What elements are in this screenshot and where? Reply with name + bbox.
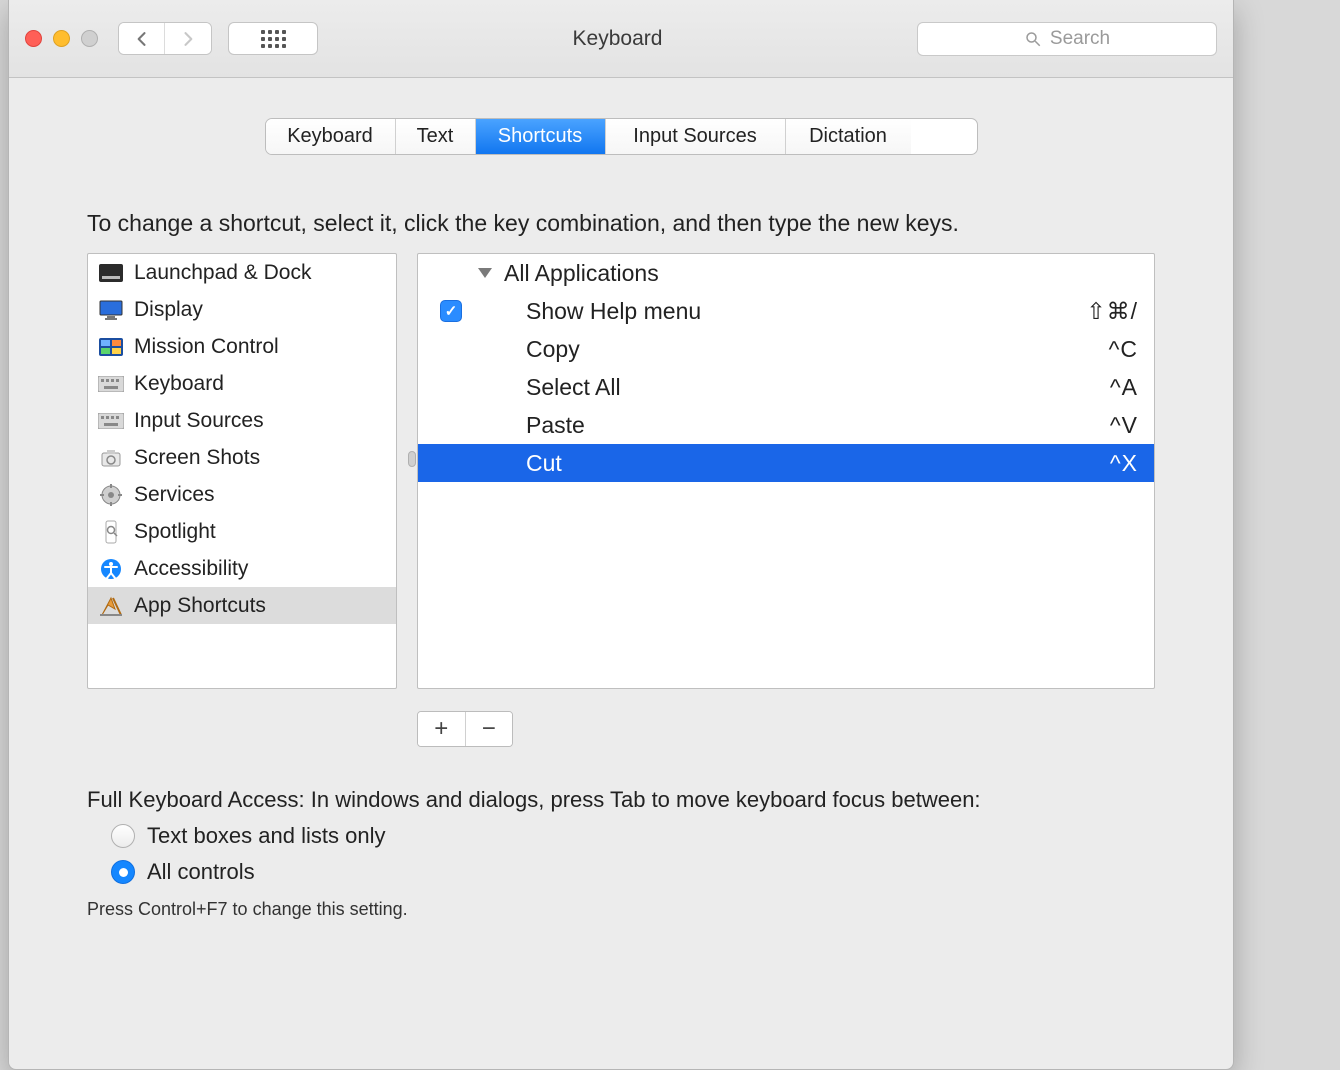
content-area: Keyboard Text Shortcuts Input Sources Di…: [9, 78, 1233, 940]
detail-wrap: All Applications ✓ Show Help menu ⇧⌘/ Co…: [417, 253, 1155, 689]
remove-button[interactable]: −: [466, 712, 513, 746]
category-keyboard[interactable]: Keyboard: [88, 365, 396, 402]
mission-control-icon: [98, 336, 124, 358]
key-combo[interactable]: ⇧⌘/: [1028, 298, 1138, 325]
group-all-applications[interactable]: All Applications: [418, 254, 1154, 292]
footer-heading: Full Keyboard Access: In windows and dia…: [87, 787, 1155, 813]
tab-input-sources[interactable]: Input Sources: [606, 119, 786, 154]
category-input-sources[interactable]: Input Sources: [88, 402, 396, 439]
services-icon: [98, 484, 124, 506]
back-button[interactable]: [119, 23, 165, 54]
pref-tabs: Keyboard Text Shortcuts Input Sources Di…: [265, 118, 978, 155]
category-display[interactable]: Display: [88, 291, 396, 328]
window-title: Keyboard: [328, 27, 907, 51]
instructions-text: To change a shortcut, select it, click t…: [87, 210, 1203, 237]
category-services[interactable]: Services: [88, 476, 396, 513]
category-spotlight[interactable]: Spotlight: [88, 513, 396, 550]
radio-checked-icon[interactable]: [111, 860, 135, 884]
shortcut-show-help-menu[interactable]: ✓ Show Help menu ⇧⌘/: [418, 292, 1154, 330]
toolbar: Keyboard Search: [9, 0, 1233, 78]
shortcut-cut[interactable]: Cut ^X: [418, 444, 1154, 482]
disclosure-triangle-icon[interactable]: [478, 268, 492, 278]
search-field[interactable]: Search: [917, 22, 1217, 56]
zoom-window-button[interactable]: [81, 30, 98, 47]
shortcut-copy[interactable]: Copy ^C: [418, 330, 1154, 368]
panes: Launchpad & Dock Display Mission Control: [87, 253, 1155, 689]
add-button[interactable]: +: [418, 712, 466, 746]
minimize-window-button[interactable]: [53, 30, 70, 47]
category-app-shortcuts[interactable]: App Shortcuts: [88, 587, 396, 624]
resize-handle[interactable]: [408, 451, 416, 467]
keyboard-icon: [98, 373, 124, 395]
key-combo[interactable]: ^V: [1028, 412, 1138, 439]
screenshot-icon: [98, 447, 124, 469]
shortcut-select-all[interactable]: Select All ^A: [418, 368, 1154, 406]
category-screen-shots[interactable]: Screen Shots: [88, 439, 396, 476]
shortcut-list[interactable]: All Applications ✓ Show Help menu ⇧⌘/ Co…: [417, 253, 1155, 689]
input-sources-icon: [98, 410, 124, 432]
footer-hint: Press Control+F7 to change this setting.: [87, 899, 1155, 920]
spotlight-icon: [98, 521, 124, 543]
grid-icon: [261, 30, 286, 48]
search-placeholder: Search: [1050, 28, 1110, 50]
app-shortcuts-icon: [98, 595, 124, 617]
tab-shortcuts[interactable]: Shortcuts: [476, 119, 606, 154]
tab-text[interactable]: Text: [396, 119, 476, 154]
radio-all-controls[interactable]: All controls: [111, 859, 1155, 885]
radio-text-only[interactable]: Text boxes and lists only: [111, 823, 1155, 849]
tab-dictation[interactable]: Dictation: [786, 119, 911, 154]
shortcut-paste[interactable]: Paste ^V: [418, 406, 1154, 444]
key-combo[interactable]: ^A: [1028, 374, 1138, 401]
forward-button[interactable]: [165, 23, 211, 54]
group-title: All Applications: [504, 260, 659, 287]
accessibility-icon: [98, 558, 124, 580]
key-combo[interactable]: ^C: [1028, 336, 1138, 363]
show-all-button[interactable]: [228, 22, 318, 55]
category-list[interactable]: Launchpad & Dock Display Mission Control: [87, 253, 397, 689]
chevron-left-icon: [130, 29, 154, 49]
preferences-window: Keyboard Search Keyboard Text Shortcuts …: [8, 0, 1234, 1070]
radio-icon[interactable]: [111, 824, 135, 848]
key-combo[interactable]: ^X: [1028, 450, 1138, 477]
nav-segment: [118, 22, 212, 55]
window-controls: [25, 30, 98, 47]
search-icon: [1024, 30, 1042, 48]
close-window-button[interactable]: [25, 30, 42, 47]
tab-keyboard[interactable]: Keyboard: [266, 119, 396, 154]
checkbox-checked-icon[interactable]: ✓: [440, 300, 462, 322]
add-remove-segment: + −: [417, 711, 513, 747]
display-icon: [98, 299, 124, 321]
category-launchpad-dock[interactable]: Launchpad & Dock: [88, 254, 396, 291]
chevron-right-icon: [176, 29, 200, 49]
launchpad-icon: [98, 262, 124, 284]
category-accessibility[interactable]: Accessibility: [88, 550, 396, 587]
category-mission-control[interactable]: Mission Control: [88, 328, 396, 365]
footer: Full Keyboard Access: In windows and dia…: [87, 787, 1155, 920]
